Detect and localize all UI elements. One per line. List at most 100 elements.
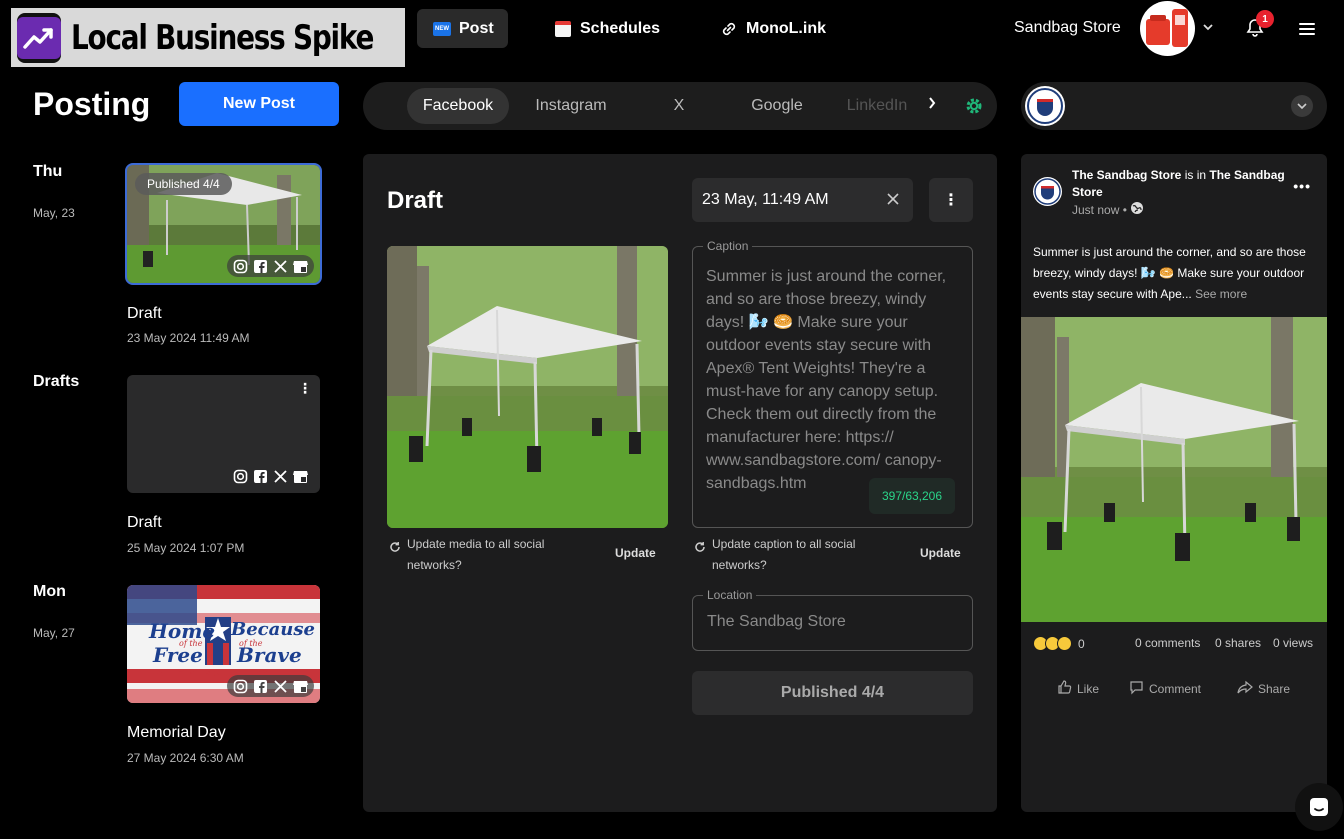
post-media[interactable] bbox=[387, 246, 668, 528]
chevron-down-icon bbox=[1291, 95, 1313, 117]
notification-badge: 1 bbox=[1256, 10, 1274, 28]
post-thumbnail[interactable]: Published 4/4 bbox=[125, 163, 322, 285]
preview-text: Summer is just around the corner, and so… bbox=[1033, 242, 1319, 305]
refresh-icon bbox=[389, 539, 401, 552]
image-text: Brave bbox=[237, 643, 302, 667]
tab-google[interactable]: Google bbox=[739, 88, 815, 124]
editor-title: Draft bbox=[387, 187, 444, 214]
tab-linkedin[interactable]: LinkedIn bbox=[837, 88, 917, 124]
like-button[interactable]: Like bbox=[1057, 680, 1099, 698]
tent-photo bbox=[1021, 317, 1327, 622]
comments-count[interactable]: 0 comments bbox=[1135, 636, 1200, 650]
x-icon bbox=[273, 259, 288, 274]
facebook-preview: The Sandbag Store is in The Sandbag Stor… bbox=[1021, 154, 1327, 812]
nav-monolink-label: MonoL.ink bbox=[746, 19, 826, 37]
preview-time: Just now • bbox=[1072, 202, 1127, 217]
preview-body: Summer is just around the corner, and so… bbox=[1033, 245, 1306, 301]
instagram-icon bbox=[233, 469, 248, 484]
caption-label: Caption bbox=[703, 239, 753, 253]
google-business-icon bbox=[293, 259, 308, 274]
character-count: 397/63,206 bbox=[869, 478, 955, 514]
brand-name: Local Business Spike bbox=[71, 17, 374, 58]
trend-logo-icon bbox=[17, 12, 61, 63]
google-business-icon bbox=[293, 469, 308, 484]
post-time: 25 May 2024 1:07 PM bbox=[127, 541, 245, 555]
globe-icon bbox=[1130, 201, 1144, 218]
chevron-right-icon[interactable] bbox=[928, 96, 936, 114]
tab-facebook[interactable]: Facebook bbox=[407, 88, 509, 124]
nav-monolink[interactable]: MonoL.ink bbox=[720, 9, 826, 48]
tab-x[interactable]: X bbox=[659, 88, 699, 124]
more-horizontal-icon[interactable]: ••• bbox=[1293, 178, 1311, 194]
instagram-icon bbox=[233, 679, 248, 694]
post-title[interactable]: Memorial Day bbox=[127, 724, 226, 742]
link-icon bbox=[720, 22, 738, 36]
shares-count[interactable]: 0 shares bbox=[1215, 636, 1261, 650]
preview-page-name[interactable]: The Sandbag Store bbox=[1072, 168, 1181, 182]
post-time: 23 May 2024 11:49 AM bbox=[127, 331, 250, 345]
reactions[interactable]: 0 bbox=[1033, 636, 1085, 651]
tab-instagram[interactable]: Instagram bbox=[521, 88, 621, 124]
comment-button[interactable]: Comment bbox=[1129, 680, 1201, 698]
post-thumbnail[interactable]: ⋮ bbox=[127, 375, 320, 493]
location-value: The Sandbag Store bbox=[707, 613, 846, 630]
account-avatar bbox=[1025, 86, 1065, 126]
nav-post[interactable]: NEW Post bbox=[417, 9, 508, 48]
more-vertical-icon[interactable]: ⋮ bbox=[298, 381, 312, 395]
see-more-link[interactable]: See more bbox=[1195, 287, 1247, 301]
image-text: Free bbox=[153, 643, 203, 667]
update-media-button[interactable]: Update bbox=[615, 546, 656, 560]
share-icon bbox=[1237, 680, 1253, 698]
page-title: Posting bbox=[33, 86, 151, 122]
preview-image bbox=[1021, 317, 1327, 622]
image-text: Because bbox=[231, 619, 315, 640]
x-icon bbox=[273, 679, 288, 694]
day-label: Thu bbox=[33, 163, 63, 180]
reactions-count: 0 bbox=[1078, 636, 1085, 651]
calendar-icon bbox=[554, 20, 572, 37]
store-avatar[interactable] bbox=[1140, 1, 1195, 56]
nav-schedules[interactable]: Schedules bbox=[554, 9, 660, 48]
day-date: May, 23 bbox=[33, 206, 75, 220]
share-button[interactable]: Share bbox=[1237, 680, 1290, 698]
chat-icon[interactable] bbox=[1295, 783, 1343, 831]
preview-is-in: is in bbox=[1181, 168, 1210, 182]
brand-logo[interactable]: Local Business Spike bbox=[11, 8, 405, 67]
like-label: Like bbox=[1077, 682, 1100, 696]
nav-schedules-label: Schedules bbox=[580, 19, 661, 37]
store-name[interactable]: Sandbag Store bbox=[1014, 19, 1121, 37]
menu-icon[interactable] bbox=[1299, 23, 1315, 35]
caption-textarea[interactable]: Summer is just around the corner, and so… bbox=[692, 246, 973, 528]
publish-status-button[interactable]: Published 4/4 bbox=[692, 671, 973, 715]
media-sync-text: Update media to all social networks? bbox=[407, 537, 545, 572]
caption-text[interactable]: Summer is just around the corner, and so… bbox=[706, 265, 962, 495]
day-label: Mon bbox=[33, 583, 66, 600]
post-thumbnail[interactable]: Home Because of the of the Free Brave HA… bbox=[127, 585, 320, 703]
preview-account-select[interactable] bbox=[1021, 82, 1327, 130]
refresh-icon bbox=[694, 539, 706, 552]
day-label: Drafts bbox=[33, 373, 80, 390]
more-vertical-icon[interactable]: ⋮ bbox=[929, 178, 973, 222]
gear-icon[interactable] bbox=[964, 96, 984, 116]
day-date: May, 27 bbox=[33, 626, 75, 640]
reaction-emoji-icon bbox=[1057, 636, 1072, 651]
location-label: Location bbox=[703, 588, 757, 602]
post-title[interactable]: Draft bbox=[127, 514, 162, 532]
x-icon bbox=[273, 469, 288, 484]
schedule-datetime-field[interactable]: 23 May, 11:49 AM bbox=[692, 178, 913, 222]
thumbs-up-icon bbox=[1057, 680, 1072, 698]
post-title[interactable]: Draft bbox=[127, 305, 162, 323]
new-post-button[interactable]: New Post bbox=[179, 82, 339, 126]
views-count: 0 views bbox=[1273, 636, 1314, 650]
share-label: Share bbox=[1258, 682, 1291, 696]
close-icon[interactable] bbox=[887, 190, 899, 208]
facebook-icon bbox=[253, 469, 268, 484]
chevron-down-icon[interactable] bbox=[1202, 20, 1214, 34]
nav-post-label: Post bbox=[459, 19, 494, 37]
facebook-icon bbox=[253, 259, 268, 274]
instagram-icon bbox=[233, 259, 248, 274]
update-caption-button[interactable]: Update bbox=[920, 546, 961, 560]
media-sync-prompt: Update media to all social networks? bbox=[389, 534, 589, 576]
network-icons bbox=[227, 465, 314, 487]
location-field[interactable]: The Sandbag Store bbox=[692, 595, 973, 651]
